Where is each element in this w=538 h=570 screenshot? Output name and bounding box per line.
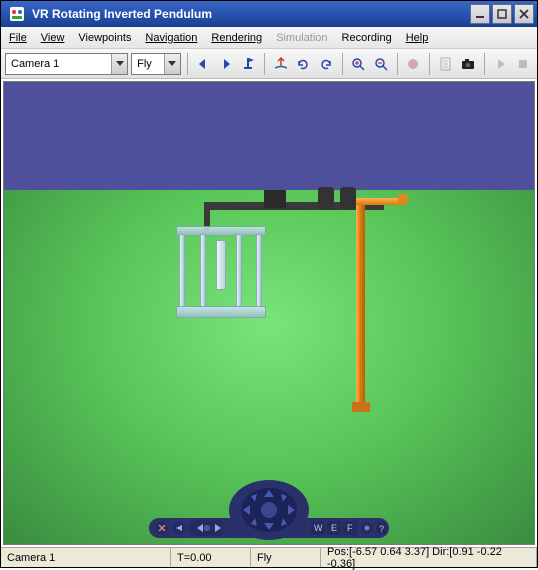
prev-viewpoint-button[interactable] — [193, 53, 213, 75]
pendulum-base — [352, 402, 370, 412]
create-viewpoint-button[interactable] — [238, 53, 258, 75]
status-mode: Fly — [251, 548, 321, 567]
toolbar-separator — [342, 53, 343, 75]
nav-collapse-button[interactable] — [173, 522, 185, 534]
bearing-block — [318, 187, 334, 209]
chevron-down-icon — [164, 54, 180, 74]
nav-examine-button[interactable] — [327, 521, 341, 535]
camera-select[interactable]: Camera 1 — [5, 53, 128, 75]
toolbar: Camera 1 Fly — [1, 49, 537, 79]
title-bar: VR Rotating Inverted Pendulum — [1, 1, 537, 27]
stop-button — [513, 53, 533, 75]
straighten-up-button[interactable] — [271, 53, 291, 75]
status-camera: Camera 1 — [1, 548, 171, 567]
menu-navigation[interactable]: Navigation — [145, 32, 197, 44]
menu-rendering[interactable]: Rendering — [211, 32, 262, 44]
toolbar-separator — [484, 53, 485, 75]
scene-3d — [4, 82, 534, 544]
motor-housing — [264, 190, 286, 208]
cage-structure — [176, 226, 266, 318]
cage-pillar — [200, 234, 206, 308]
close-button[interactable] — [514, 4, 534, 24]
menu-view[interactable]: View — [41, 32, 65, 44]
menu-recording[interactable]: Recording — [342, 32, 392, 44]
menu-file[interactable]: File — [9, 32, 27, 44]
snapshot-button[interactable] — [458, 53, 478, 75]
toolbar-separator — [397, 53, 398, 75]
nav-help-button[interactable] — [376, 522, 388, 534]
nav-fly-button[interactable] — [343, 521, 357, 535]
navmode-select-value: Fly — [132, 58, 157, 70]
zoom-in-button[interactable] — [348, 53, 368, 75]
menu-help[interactable]: Help — [406, 32, 429, 44]
block-params-button — [436, 53, 456, 75]
nav-headlight-button[interactable] — [361, 522, 373, 534]
maximize-button[interactable] — [492, 4, 512, 24]
cage-bottom-plate — [176, 306, 266, 318]
minimize-button[interactable] — [470, 4, 490, 24]
app-window: VR Rotating Inverted Pendulum File View … — [0, 0, 538, 568]
menu-bar: File View Viewpoints Navigation Renderin… — [1, 27, 537, 49]
cage-pillar — [236, 234, 242, 308]
navmode-select[interactable]: Fly — [131, 53, 180, 75]
nav-wheel[interactable] — [239, 486, 299, 536]
status-bar: Camera 1 T=0.00 Fly Pos:[-6.57 0.64 3.37… — [1, 547, 537, 567]
nav-close-button[interactable] — [156, 522, 168, 534]
zoom-out-button[interactable] — [371, 53, 391, 75]
cage-pillar — [179, 234, 185, 308]
arm-end-knob — [398, 194, 408, 204]
toolbar-separator — [429, 53, 430, 75]
menu-viewpoints[interactable]: Viewpoints — [78, 32, 131, 44]
menu-simulation: Simulation — [276, 32, 327, 44]
next-viewpoint-button[interactable] — [216, 53, 236, 75]
status-pose: Pos:[-6.57 0.64 3.37] Dir:[0.91 -0.22 -0… — [321, 548, 537, 567]
navigation-panel: W E F ? — [129, 480, 409, 542]
status-time: T=0.00 — [171, 548, 251, 567]
bearing-block — [340, 187, 356, 209]
toolbar-separator — [187, 53, 188, 75]
chevron-down-icon — [111, 54, 127, 74]
app-icon — [8, 5, 26, 23]
toolbar-separator — [264, 53, 265, 75]
redo-move-button[interactable] — [316, 53, 336, 75]
play-button — [491, 53, 511, 75]
vr-viewport[interactable]: W E F ? — [3, 81, 535, 545]
cage-inner-rod — [216, 240, 226, 290]
nav-walk-button[interactable] — [311, 521, 325, 535]
pendulum-pole — [356, 205, 365, 405]
undo-move-button[interactable] — [293, 53, 313, 75]
cage-pillar — [256, 234, 262, 308]
record-button — [403, 53, 423, 75]
window-title: VR Rotating Inverted Pendulum — [30, 7, 470, 21]
rotating-arm — [356, 198, 404, 205]
cage-top-plate — [176, 226, 266, 236]
window-buttons — [470, 4, 534, 24]
nav-viewpoint-buttons[interactable] — [189, 520, 225, 536]
camera-select-value: Camera 1 — [6, 58, 64, 70]
